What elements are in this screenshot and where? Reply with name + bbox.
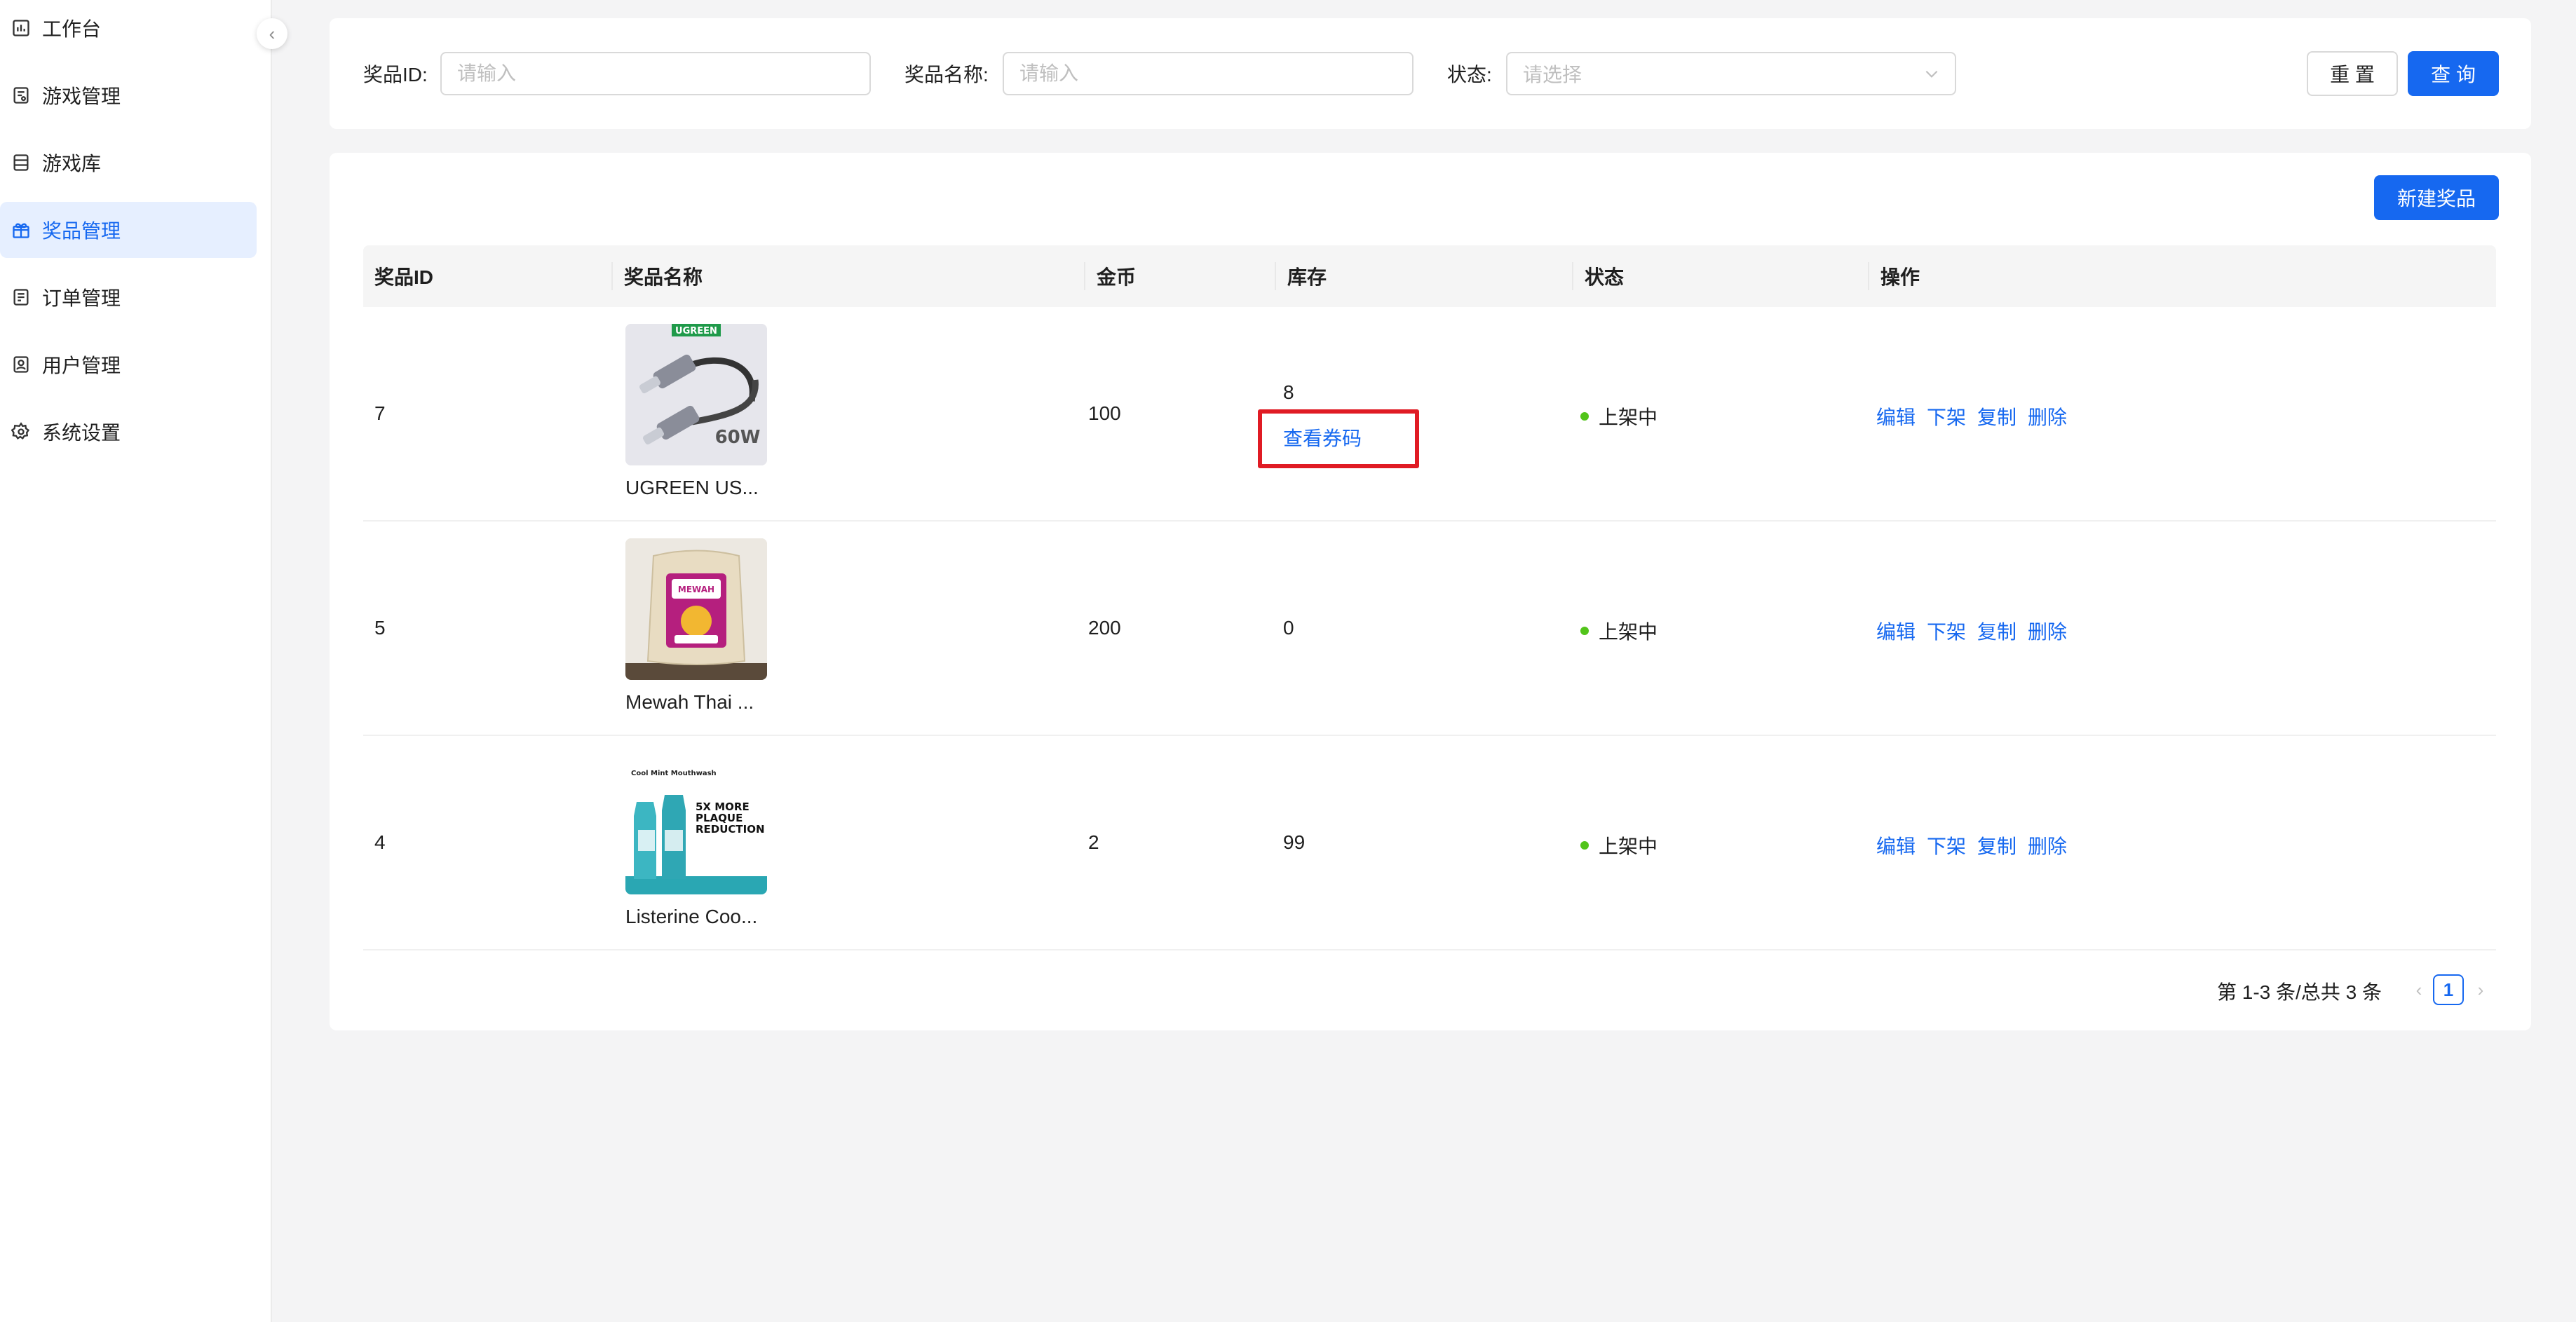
prev-page-button[interactable]: ‹ [2406,974,2432,1005]
delete-link[interactable]: 删除 [2028,617,2067,645]
sidebar-item-user-management[interactable]: 用户管理 [0,336,257,393]
status-cell: 上架中 [1580,402,1658,430]
prize-name-cell: Listerine Coo... [625,906,758,927]
page-number-button[interactable]: 1 [2433,974,2464,1005]
status-dot [1580,841,1589,850]
reset-button[interactable]: 重 置 [2307,51,2398,96]
prize-name-cell: Mewah Thai ... [625,691,754,713]
status-label: 状态: [1447,64,1492,86]
stock-cell: 8 [1283,381,1294,403]
sidebar-item-system-settings[interactable]: 系统设置 [0,404,257,460]
chevron-left-icon: ‹ [2415,979,2422,1000]
prize-name-label: 奖品名称: [904,64,989,86]
chevron-right-icon: › [2477,979,2484,1000]
highlight-annotation [1258,409,1419,468]
product-image-mouthwash[interactable]: Cool Mint Mouthwash 5X MORE PLAQUE REDUC… [625,753,767,894]
sidebar-item-label: 工作台 [42,18,102,40]
column-header: 金币 [1097,266,1137,288]
product-image-headline: 5X MORE PLAQUE REDUCTION [696,802,764,836]
unpublish-link[interactable]: 下架 [1927,617,1966,645]
coins-cell: 100 [1088,402,1121,424]
unpublish-link[interactable]: 下架 [1927,831,1966,859]
table-row: 4 Cool Mint Mouthwash 5X MORE PLAQUE RED… [363,736,2496,950]
unpublish-link[interactable]: 下架 [1927,402,1966,430]
stock-cell: 99 [1283,831,1306,853]
row-actions: 编辑 下架 复制 删除 [1876,831,2067,859]
edit-link[interactable]: 编辑 [1876,831,1916,859]
prize-id-input[interactable] [440,52,871,95]
query-button[interactable]: 查 询 [2408,51,2499,96]
column-header: 操作 [1880,266,1920,288]
product-image-brand: UGREEN [675,326,717,336]
sidebar-item-game-library[interactable]: 游戏库 [0,135,257,191]
status-cell: 上架中 [1580,831,1658,859]
status-dot [1580,412,1589,421]
product-image-usb-cable[interactable]: UGREEN 60W [625,324,767,465]
prize-id-cell: 7 [374,402,386,424]
sidebar-item-game-management[interactable]: 游戏管理 [0,67,257,123]
chevron-down-icon [1925,70,1938,78]
status-text: 上架中 [1599,407,1658,428]
table-header: 奖品ID 奖品名称 金币 库存 状态 操作 [363,245,2496,307]
coins-cell: 2 [1088,831,1099,853]
edit-link[interactable]: 编辑 [1876,402,1916,430]
sidebar-item-label: 用户管理 [42,355,121,376]
coins-cell: 200 [1088,617,1121,639]
status-cell: 上架中 [1580,617,1658,645]
sidebar-item-label: 奖品管理 [42,220,121,242]
status-dot [1580,627,1589,635]
delete-link[interactable]: 删除 [2028,402,2067,430]
order-icon [11,287,31,307]
column-header: 状态 [1585,266,1625,288]
product-image-badge: 60W [715,427,761,448]
copy-link[interactable]: 复制 [1977,617,2016,645]
sidebar-item-label: 订单管理 [42,287,121,309]
table-row: 7 UGREEN 60W UGREEN US... 100 8 查看券码 上架中 [363,307,2496,522]
prize-id-cell: 5 [374,617,386,639]
chevron-left-icon: ‹ [269,22,276,44]
dashboard-icon [11,18,31,38]
product-image-rice[interactable]: MEWAH [625,538,767,680]
row-actions: 编辑 下架 复制 删除 [1876,617,2067,645]
column-header: 库存 [1287,266,1327,288]
status-select[interactable]: 请选择 [1506,52,1956,95]
sidebar-item-label: 游戏管理 [42,86,121,107]
status-select-placeholder: 请选择 [1523,64,1582,86]
delete-link[interactable]: 删除 [2028,831,2067,859]
copy-link[interactable]: 复制 [1977,402,2016,430]
copy-link[interactable]: 复制 [1977,831,2016,859]
game-library-icon [11,153,31,172]
sidebar-item-label: 系统设置 [42,422,121,444]
prize-id-label: 奖品ID: [363,64,428,86]
settings-icon [11,422,31,442]
column-header: 奖品名称 [624,266,703,288]
prize-table-card: 新建奖品 奖品ID 奖品名称 金币 库存 状态 操作 7 UGREEN 60W … [330,153,2531,1030]
prize-name-input[interactable] [1003,52,1414,95]
user-icon [11,355,31,374]
sidebar: 工作台 游戏管理 游戏库 奖品管理 订单管理 用户管理 系统设置 [0,0,272,1322]
status-text: 上架中 [1599,836,1658,857]
game-management-icon [11,86,31,105]
collapse-sidebar-button[interactable]: ‹ [257,18,287,49]
sidebar-item-prize-management[interactable]: 奖品管理 [0,202,257,258]
row-actions: 编辑 下架 复制 删除 [1876,402,2067,430]
product-image-caption: Cool Mint Mouthwash [631,770,717,777]
filter-bar: 奖品ID: 奖品名称: 状态: 请选择 重 置 查 询 [330,18,2531,129]
pagination-summary: 第 1-3 条/总共 3 条 [2217,981,2382,1003]
column-header: 奖品ID [374,266,434,288]
prize-name-cell: UGREEN US... [625,477,759,498]
sidebar-item-order-management[interactable]: 订单管理 [0,269,257,325]
prize-id-cell: 4 [374,831,386,853]
sidebar-item-label: 游戏库 [42,153,102,175]
sidebar-item-dashboard[interactable]: 工作台 [0,0,257,56]
next-page-button[interactable]: › [2468,974,2493,1005]
status-text: 上架中 [1599,621,1658,643]
product-image-brand: MEWAH [678,585,714,594]
gift-icon [11,220,31,240]
stock-cell: 0 [1283,617,1294,639]
new-prize-button[interactable]: 新建奖品 [2374,175,2499,220]
edit-link[interactable]: 编辑 [1876,617,1916,645]
table-row: 5 MEWAH Mewah Thai ... 200 0 上架中 编辑 下架 复… [363,522,2496,736]
